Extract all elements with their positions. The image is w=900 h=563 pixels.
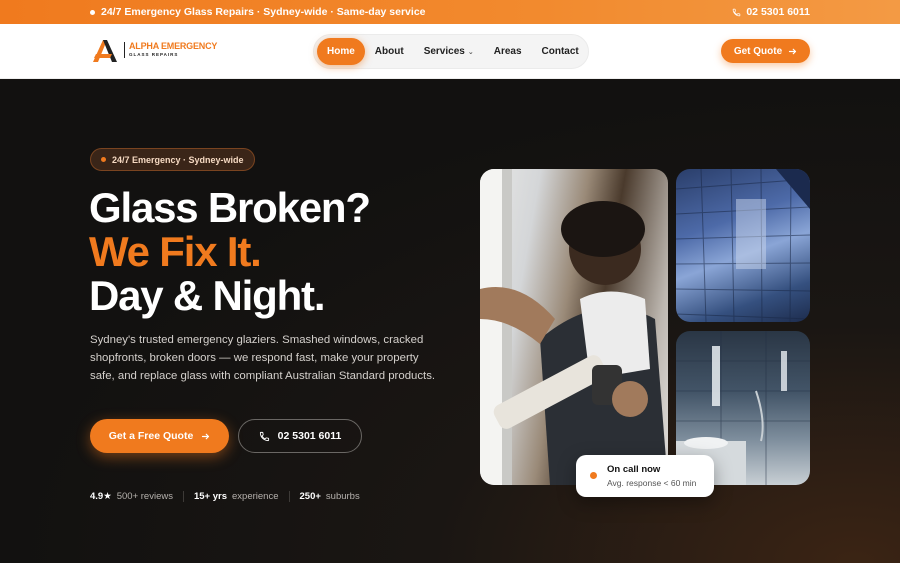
free-quote-button[interactable]: Get a Free Quote [90,419,229,453]
hero-section: 24/7 Emergency · Sydney-wide Glass Broke… [0,80,900,563]
stat-rating-label: 500+ reviews [116,491,173,502]
stat-experience-value: 15+ yrs [193,491,228,502]
on-call-title: On call now [607,464,661,475]
announcement: 24/7 Emergency Glass Repairs · Sydney-wi… [90,6,426,18]
call-button[interactable]: 02 5301 6011 [238,419,362,453]
topbar-phone-number: 02 5301 6011 [746,6,810,18]
chevron-down-icon: ⌄ [467,49,474,56]
announcement-bar: 24/7 Emergency Glass Repairs · Sydney-wi… [0,0,900,24]
logo-line1: ALPHA EMERGENCY [129,41,218,52]
hero-title-line3: Day & Night. [89,272,325,319]
nav-item-services[interactable]: Services ⌄ [414,38,484,65]
phone-icon [732,8,741,17]
nav-item-contact[interactable]: Contact [532,38,589,65]
logo-line2: GLASS REPAIRS [129,52,179,58]
hero-title-line2: We Fix It. [89,228,262,275]
glass-building-photo [676,169,810,322]
hero-badge-text: 24/7 Emergency · Sydney-wide [112,154,244,165]
nav-item-about[interactable]: About [365,38,414,65]
stat-suburbs: 250+ suburbs [288,491,370,502]
logo[interactable]: ALPHA EMERGENCY GLASS REPAIRS [90,36,217,64]
badge-dot-icon [101,157,106,162]
stat-suburbs-value: 250+ [299,491,321,502]
glazier-photo [480,169,668,485]
topbar-phone-link[interactable]: 02 5301 6011 [732,6,810,18]
hero-stats: 4.9★ 500+ reviews 15+ yrs experience 250… [90,491,370,502]
arrow-right-icon [788,47,797,56]
get-quote-button[interactable]: Get Quote [721,39,810,63]
on-call-card: On call now Avg. response < 60 min [576,455,714,497]
stat-experience-label: experience [232,491,279,502]
nav-item-services-label: Services [423,46,465,57]
status-dot-icon [90,9,95,15]
get-quote-label: Get Quote [733,45,783,57]
stat-rating-value: 4.9★ [90,491,112,502]
hero-title-line1: Glass Broken? [89,184,371,231]
live-status-dot-icon [590,472,597,479]
phone-icon [259,431,270,442]
stat-suburbs-label: suburbs [325,491,360,502]
stat-experience: 15+ yrs experience [182,491,289,502]
announcement-text: 24/7 Emergency Glass Repairs · Sydney-wi… [101,6,426,18]
logo-mark-icon [90,36,120,64]
call-button-label: 02 5301 6011 [277,430,342,442]
hero-description: Sydney's trusted emergency glaziers. Sma… [90,334,436,382]
site-header: ALPHA EMERGENCY GLASS REPAIRS Home About… [0,24,900,79]
free-quote-label: Get a Free Quote [108,430,194,442]
stat-rating: 4.9★ 500+ reviews [90,491,183,502]
logo-wordmark: ALPHA EMERGENCY GLASS REPAIRS [124,42,217,58]
nav-item-home[interactable]: Home [317,38,365,65]
hero-badge: 24/7 Emergency · Sydney-wide [90,148,255,171]
nav-item-areas[interactable]: Areas [484,38,532,65]
arrow-right-icon [201,432,210,441]
main-nav: Home About Services ⌄ Areas Contact [313,34,589,69]
on-call-subtitle: Avg. response < 60 min [607,478,697,488]
